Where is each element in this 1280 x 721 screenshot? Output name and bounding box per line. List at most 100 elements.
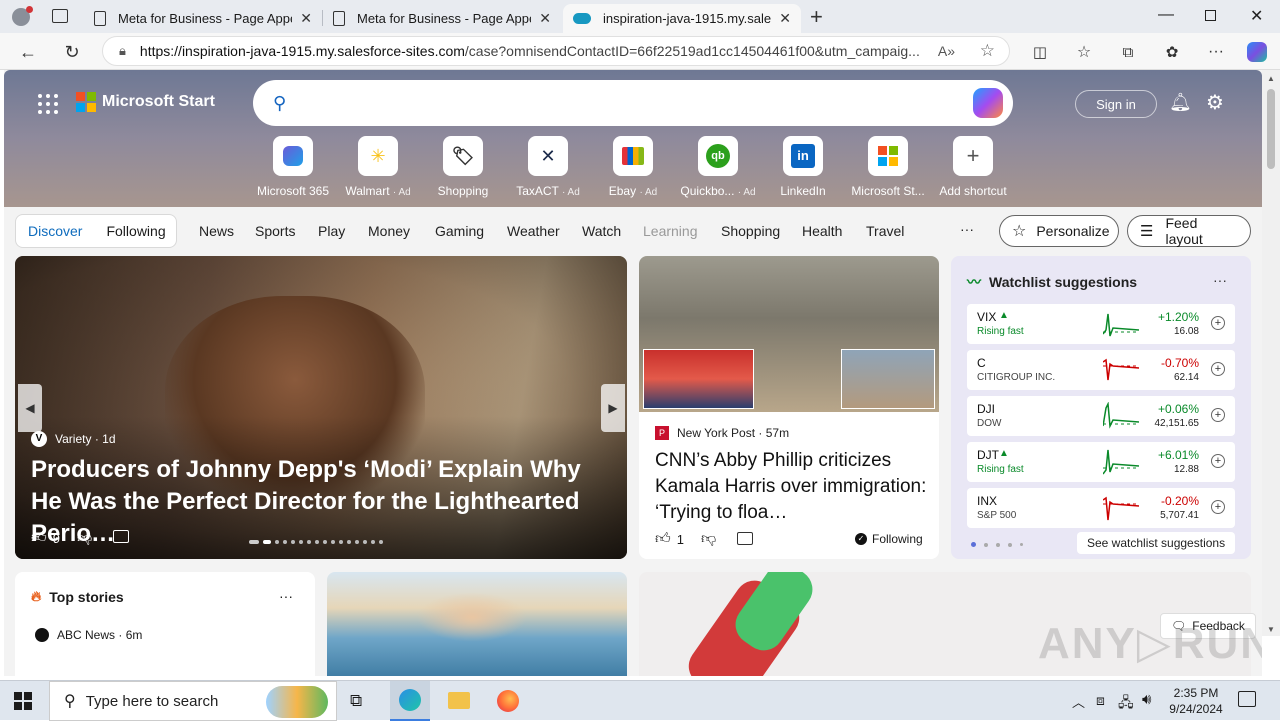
- watchlist-row[interactable]: DJI DOW +0.06% 42,151.65 +: [967, 396, 1235, 436]
- watchlist-row[interactable]: DJT ▲ Rising fast +6.01% 12.88 +: [967, 442, 1235, 482]
- read-aloud-icon[interactable]: A»: [938, 43, 955, 59]
- nav-learning[interactable]: Learning: [643, 223, 698, 239]
- nav-weather[interactable]: Weather: [507, 223, 560, 239]
- back-icon[interactable]: ←: [16, 40, 40, 64]
- thumbs-down-icon[interactable]: 👎︎: [701, 530, 716, 548]
- carousel-next-button[interactable]: ▶: [601, 384, 625, 432]
- tab-2[interactable]: Meta for Business - Page Appeal ✕: [323, 4, 561, 33]
- network-icon[interactable]: 🖧︎: [1118, 692, 1134, 716]
- thumbs-down-icon[interactable]: 👎︎: [77, 529, 92, 547]
- scroll-thumb[interactable]: [1267, 89, 1275, 169]
- menu-more-icon[interactable]: ···: [1204, 40, 1228, 64]
- tab-actions-icon[interactable]: [52, 9, 68, 23]
- taskbar-search-input[interactable]: ⚲ Type here to search: [49, 681, 337, 721]
- shortcut-ebay[interactable]: Ebay · Ad: [591, 136, 675, 198]
- nav-gaming[interactable]: Gaming: [435, 223, 484, 239]
- feed-layout-button[interactable]: ☰ Feed layout: [1127, 215, 1251, 247]
- shortcut-quickbooks[interactable]: qb Quickbo... · Ad: [676, 136, 760, 198]
- split-screen-icon[interactable]: ◫: [1028, 40, 1052, 64]
- shortcut-walmart[interactable]: ✳ Walmart · Ad: [336, 136, 420, 198]
- tab-1[interactable]: Meta for Business - Page Appeal ✕: [84, 4, 322, 33]
- comment-icon[interactable]: [737, 532, 753, 545]
- nav-play[interactable]: Play: [318, 223, 345, 239]
- favorites-icon[interactable]: ☆: [1072, 40, 1096, 64]
- see-watchlist-button[interactable]: See watchlist suggestions: [1077, 532, 1236, 554]
- extensions-icon[interactable]: ✿: [1160, 40, 1184, 64]
- search-input[interactable]: ⚲: [253, 80, 1013, 126]
- shortcut-microsoft-365[interactable]: Microsoft 365: [251, 136, 335, 198]
- following-button[interactable]: ✓ Following: [855, 532, 923, 546]
- file-explorer-icon[interactable]: [448, 692, 470, 709]
- tab-3[interactable]: inspiration-java-1915.my.salesfor ✕: [563, 4, 801, 33]
- watchlist-row[interactable]: INX S&P 500 -0.20% 5,707.41 +: [967, 488, 1235, 528]
- nav-shopping[interactable]: Shopping: [721, 223, 780, 239]
- brand-logo[interactable]: Microsoft Start: [76, 92, 215, 112]
- watchlist-row[interactable]: C CITIGROUP INC. -0.70% 62.14 +: [967, 350, 1235, 390]
- volume-icon[interactable]: 🔊︎: [1142, 691, 1151, 708]
- copilot-icon[interactable]: [1245, 40, 1269, 64]
- tab-discover[interactable]: Discover: [28, 223, 82, 239]
- settings-gear-icon[interactable]: ⚙: [1206, 90, 1224, 115]
- nav-more-button[interactable]: ···: [960, 221, 974, 237]
- sign-in-button[interactable]: Sign in: [1075, 90, 1157, 118]
- copilot-search-icon[interactable]: [973, 88, 1003, 118]
- hero-story-card[interactable]: ◀ ▶ V Variety · 1d Producers of Johnny D…: [15, 256, 627, 559]
- story-source[interactable]: ABC News · 6m: [35, 628, 142, 642]
- story-source[interactable]: V Variety · 1d: [31, 431, 116, 447]
- nav-news[interactable]: News: [199, 223, 234, 239]
- restore-button[interactable]: [1205, 10, 1216, 21]
- page-scrollbar[interactable]: ▲ ▼: [1262, 70, 1280, 636]
- new-tab-button[interactable]: +: [810, 4, 823, 30]
- shortcut-add[interactable]: + Add shortcut: [931, 136, 1015, 198]
- like-button[interactable]: 👍︎ 9: [31, 529, 60, 547]
- edge-taskbar-icon[interactable]: [390, 681, 430, 721]
- clock[interactable]: 2:35 PM 9/24/2024: [1168, 685, 1224, 717]
- scroll-up-icon[interactable]: ▲: [1262, 74, 1280, 83]
- story-source[interactable]: P New York Post · 57m: [655, 426, 789, 440]
- nav-watch[interactable]: Watch: [582, 223, 621, 239]
- shortcut-microsoft-store[interactable]: Microsoft St...: [846, 136, 930, 198]
- lake-story-card[interactable]: [327, 572, 627, 676]
- add-to-watchlist-button[interactable]: +: [1211, 408, 1225, 422]
- close-icon[interactable]: ✕: [539, 10, 551, 27]
- close-window-button[interactable]: ✕: [1250, 6, 1263, 26]
- top-stories-more-button[interactable]: ···: [279, 588, 293, 604]
- add-to-watchlist-button[interactable]: +: [1211, 500, 1225, 514]
- mid-story-title[interactable]: CNN’s Abby Phillip criticizes Kamala Har…: [655, 448, 929, 526]
- nav-sports[interactable]: Sports: [255, 223, 295, 239]
- scroll-down-icon[interactable]: ▼: [1262, 625, 1280, 634]
- add-to-watchlist-button[interactable]: +: [1211, 362, 1225, 376]
- minimize-button[interactable]: —: [1158, 6, 1174, 24]
- shortcut-shopping[interactable]: 🏷︎ Shopping: [421, 136, 505, 198]
- nav-money[interactable]: Money: [368, 223, 410, 239]
- comment-icon[interactable]: [113, 530, 129, 543]
- add-to-watchlist-button[interactable]: +: [1211, 316, 1225, 330]
- personalize-button[interactable]: ☆ Personalize: [999, 215, 1119, 247]
- tray-chevron-icon[interactable]: ︿: [1072, 692, 1085, 711]
- windows-start-icon[interactable]: [14, 692, 32, 710]
- notifications-icon[interactable]: [1238, 691, 1256, 707]
- shortcut-linkedin[interactable]: in LinkedIn: [761, 136, 845, 198]
- carousel-prev-button[interactable]: ◀: [18, 384, 42, 432]
- nav-health[interactable]: Health: [802, 223, 842, 239]
- collections-icon[interactable]: ⧉: [1116, 40, 1140, 64]
- watchlist-row[interactable]: VIX ▲ Rising fast +1.20% 16.08 +: [967, 304, 1235, 344]
- nav-travel[interactable]: Travel: [866, 223, 904, 239]
- task-view-icon[interactable]: ⧉: [350, 691, 362, 711]
- close-icon[interactable]: ✕: [779, 10, 791, 27]
- mid-story-card[interactable]: P New York Post · 57m CNN’s Abby Phillip…: [639, 256, 939, 559]
- like-button[interactable]: 👍︎ 1: [655, 530, 684, 548]
- shortcut-taxact[interactable]: ✕ TaxACT · Ad: [506, 136, 590, 198]
- meet-now-icon[interactable]: ⧈: [1096, 692, 1105, 709]
- url-field[interactable]: 🔒︎ https://inspiration-java-1915.my.sale…: [102, 36, 1010, 66]
- firefox-icon[interactable]: [497, 690, 519, 712]
- add-to-watchlist-button[interactable]: +: [1211, 454, 1225, 468]
- watchlist-more-button[interactable]: ···: [1213, 272, 1227, 288]
- favorite-star-icon[interactable]: ☆: [980, 41, 995, 61]
- refresh-icon[interactable]: ↻: [60, 40, 84, 64]
- notifications-bell-icon[interactable]: 🔔︎: [1169, 92, 1192, 113]
- close-icon[interactable]: ✕: [300, 10, 312, 27]
- apps-grid-icon[interactable]: [38, 94, 58, 114]
- tab-following[interactable]: Following: [106, 223, 165, 239]
- tab-label: Meta for Business - Page Appeal: [118, 11, 293, 26]
